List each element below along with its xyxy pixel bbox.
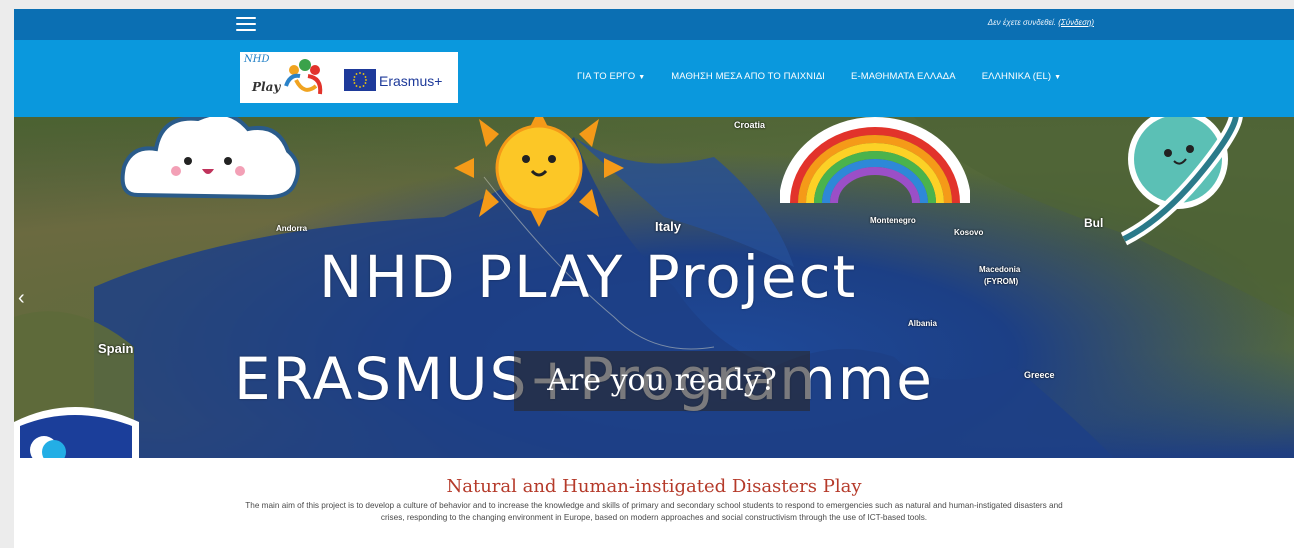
map-label-bul: Bul — [1084, 216, 1104, 230]
nav-item-label: ΕΛΛΗΝΙΚΑ (EL) — [981, 71, 1052, 82]
nav-item-label: ΜΑΘΗΣΗ ΜΕΣΑ ΑΠΟ ΤΟ ΠΑΙΧΝΙΔΙ — [671, 71, 826, 82]
page: Δεν έχετε συνδεθεί. (Σύνδεση) NHD Play E… — [14, 9, 1294, 548]
map-label-spain: Spain — [98, 341, 134, 356]
eye-sticker-icon — [14, 407, 139, 458]
caret-down-icon: ▼ — [1054, 74, 1062, 81]
map-label-montenegro: Montenegro — [870, 216, 916, 225]
logo-play-text: Play — [252, 80, 281, 94]
map-label-croatia: Croatia — [734, 120, 766, 130]
logo-nhd-text: NHD — [244, 54, 270, 65]
map-label-albania: Albania — [908, 319, 937, 328]
hero-caption-box: Are you ready? — [514, 351, 810, 411]
site-header: NHD Play Erasmus+ ΓΙΑ ΤΟ ΕΡΓΟ ▼ ΜΑΘΗΣΗ Μ… — [14, 40, 1294, 117]
caret-down-icon: ▼ — [638, 74, 646, 81]
login-status-text: Δεν έχετε συνδεθεί. — [987, 18, 1057, 27]
section-title: Natural and Human-instigated Disasters P… — [446, 476, 862, 497]
map-label-fyrom: (FYROM) — [984, 277, 1019, 286]
section-body: The main aim of this project is to devel… — [245, 501, 1063, 522]
site-logo[interactable]: NHD Play Erasmus+ — [240, 52, 458, 103]
nav-item-e-courses-greece[interactable]: Ε-ΜΑΘΗΜΑΤΑ ΕΛΛΑΔΑ — [851, 71, 956, 82]
map-label-greece: Greece — [1024, 370, 1055, 380]
nav-item-label: Ε-ΜΑΘΗΜΑΤΑ ΕΛΛΑΔΑ — [851, 71, 956, 82]
planet-sticker-icon — [1120, 117, 1243, 246]
nav-item-language[interactable]: ΕΛΛΗΝΙΚΑ (EL) ▼ — [982, 71, 1061, 82]
nav-item-label: ΓΙΑ ΤΟ ΕΡΓΟ — [577, 71, 636, 82]
nav-item-learning-through-play[interactable]: ΜΑΘΗΣΗ ΜΕΣΑ ΑΠΟ ΤΟ ΠΑΙΧΝΙΔΙ — [671, 71, 825, 82]
hero-slider: Croatia Italy Andorra Spain Montenegro K… — [14, 117, 1294, 458]
map-label-italy: Italy — [655, 219, 682, 234]
nav-item-project[interactable]: ΓΙΑ ΤΟ ΕΡΓΟ ▼ — [577, 71, 645, 82]
children-logo-icon — [284, 59, 323, 95]
eu-flag-icon — [344, 69, 376, 91]
sun-sticker-icon — [454, 117, 624, 227]
cloud-sticker-icon — [120, 117, 300, 200]
carousel-prev-icon[interactable]: ‹ — [18, 287, 25, 310]
login-status: Δεν έχετε συνδεθεί. (Σύνδεση) — [988, 18, 1094, 27]
top-bar: Δεν έχετε συνδεθεί. (Σύνδεση) — [14, 9, 1294, 40]
login-link[interactable]: (Σύνδεση) — [1058, 18, 1094, 27]
map-label-kosovo: Kosovo — [954, 228, 984, 237]
map-label-andorra: Andorra — [276, 224, 308, 233]
erasmus-logo-text: Erasmus+ — [379, 73, 443, 89]
hero-title: NHD PLAY Project — [319, 243, 858, 311]
rainbow-sticker-icon — [780, 117, 970, 203]
menu-hamburger-icon[interactable] — [236, 17, 256, 31]
hero-caption: Are you ready? — [547, 363, 777, 398]
main-nav: ΓΙΑ ΤΟ ΕΡΓΟ ▼ ΜΑΘΗΣΗ ΜΕΣΑ ΑΠΟ ΤΟ ΠΑΙΧΝΙΔΙ… — [577, 71, 1087, 82]
map-label-macedonia: Macedonia — [979, 265, 1021, 274]
